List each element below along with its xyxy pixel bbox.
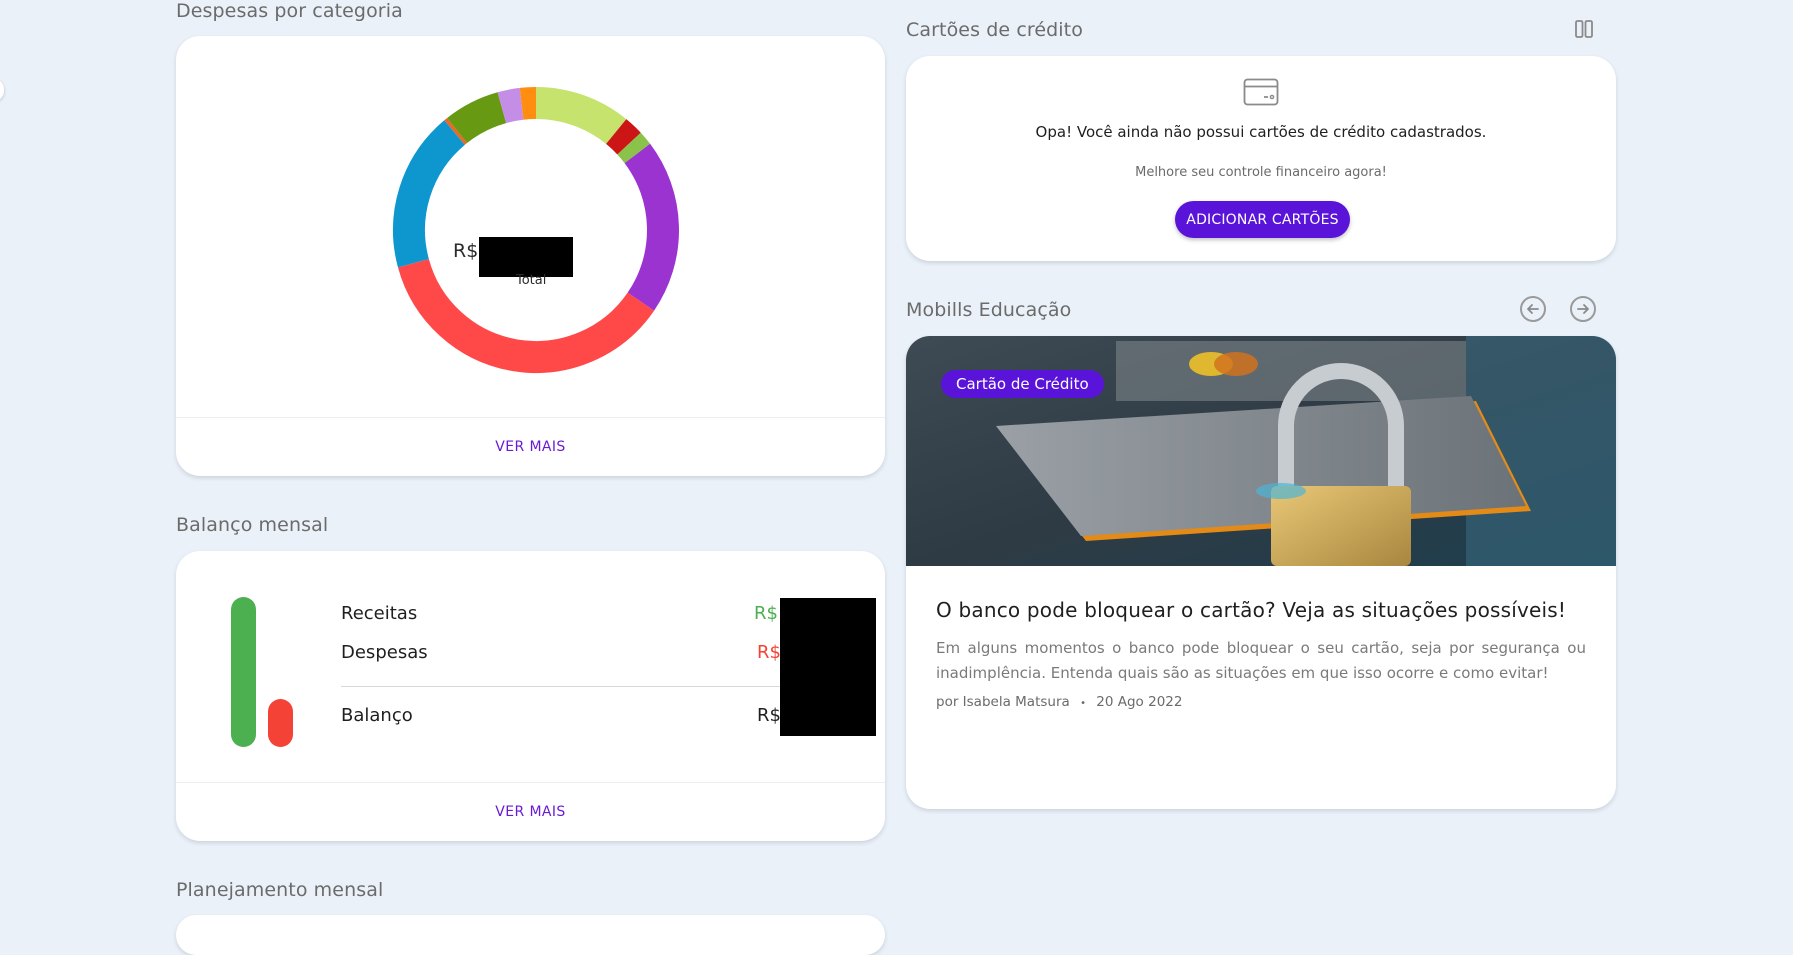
receitas-label: Receitas — [341, 603, 418, 624]
donut-slice-0[interactable] — [535, 87, 627, 145]
expenses-card: R$ Total VER MAIS — [176, 36, 885, 476]
receitas-row: Receitas — [341, 603, 781, 624]
balance-values-redacted — [780, 598, 876, 736]
balance-section-title: Balanço mensal — [176, 514, 329, 536]
credit-cards-card: Opa! Você ainda não possui cartões de cr… — [906, 56, 1616, 261]
donut-slice-9[interactable] — [519, 87, 537, 120]
education-section-title: Mobills Educação — [906, 299, 1072, 321]
credit-card-icon — [1243, 78, 1279, 106]
side-collapse-handle[interactable] — [0, 79, 4, 101]
donut-total-value: R$ — [453, 240, 479, 262]
planning-card — [176, 915, 885, 955]
planning-section-title: Planejamento mensal — [176, 879, 384, 901]
receitas-currency: R$ — [754, 603, 778, 624]
despesas-label: Despesas — [341, 642, 428, 663]
despesas-row: Despesas — [341, 642, 781, 663]
article-meta-separator: • — [1080, 698, 1086, 709]
article-date: 20 Ago 2022 — [1096, 694, 1183, 710]
expenses-ver-mais-link[interactable]: VER MAIS — [176, 417, 885, 476]
credit-cards-sub-message: Melhore seu controle financeiro agora! — [1135, 165, 1387, 180]
donut-slice-2[interactable] — [617, 132, 651, 164]
balance-divider — [341, 686, 781, 687]
article-author: por Isabela Matsura — [936, 694, 1070, 710]
columns-toggle-icon[interactable] — [1575, 20, 1593, 38]
article-meta: por Isabela Matsura • 20 Ago 2022 — [936, 694, 1182, 710]
expenses-section-title: Despesas por categoria — [176, 0, 403, 22]
despesas-currency: R$ — [757, 642, 781, 663]
balanco-row: Balanço — [341, 705, 781, 726]
prev-arrow-icon[interactable] — [1520, 296, 1546, 322]
income-bar — [231, 597, 256, 747]
credit-cards-empty-message: Opa! Você ainda não possui cartões de cr… — [1035, 123, 1487, 141]
expenses-donut-chart: R$ Total — [386, 80, 686, 380]
donut-slice-1[interactable] — [605, 119, 641, 155]
donut-slice-5[interactable] — [393, 120, 466, 268]
donut-total-redacted — [479, 237, 573, 277]
next-arrow-icon[interactable] — [1570, 296, 1596, 322]
credit-cards-section-title: Cartões de crédito — [906, 19, 1083, 41]
article-category-tag[interactable]: Cartão de Crédito — [941, 370, 1104, 398]
donut-total-label: Total — [516, 273, 547, 288]
donut-slice-8[interactable] — [497, 87, 524, 124]
expense-bar — [268, 699, 293, 747]
article-title[interactable]: O banco pode bloquear o cartão? Veja as … — [936, 598, 1566, 622]
donut-slice-6[interactable] — [444, 117, 468, 145]
balance-ver-mais-link[interactable]: VER MAIS — [176, 782, 885, 841]
article-description: Em alguns momentos o banco pode bloquear… — [936, 639, 1586, 682]
donut-slice-7[interactable] — [447, 92, 507, 144]
balance-card: Receitas R$ Despesas R$ Balanço R$ VER M… — [176, 551, 885, 841]
add-cards-button[interactable]: ADICIONAR CARTÕES — [1175, 201, 1350, 238]
balanco-label: Balanço — [341, 705, 413, 726]
balanco-currency: R$ — [757, 705, 781, 726]
education-article-card[interactable]: Cartão de Crédito O banco pode bloquear … — [906, 336, 1616, 809]
donut-slice-3[interactable] — [624, 143, 679, 311]
